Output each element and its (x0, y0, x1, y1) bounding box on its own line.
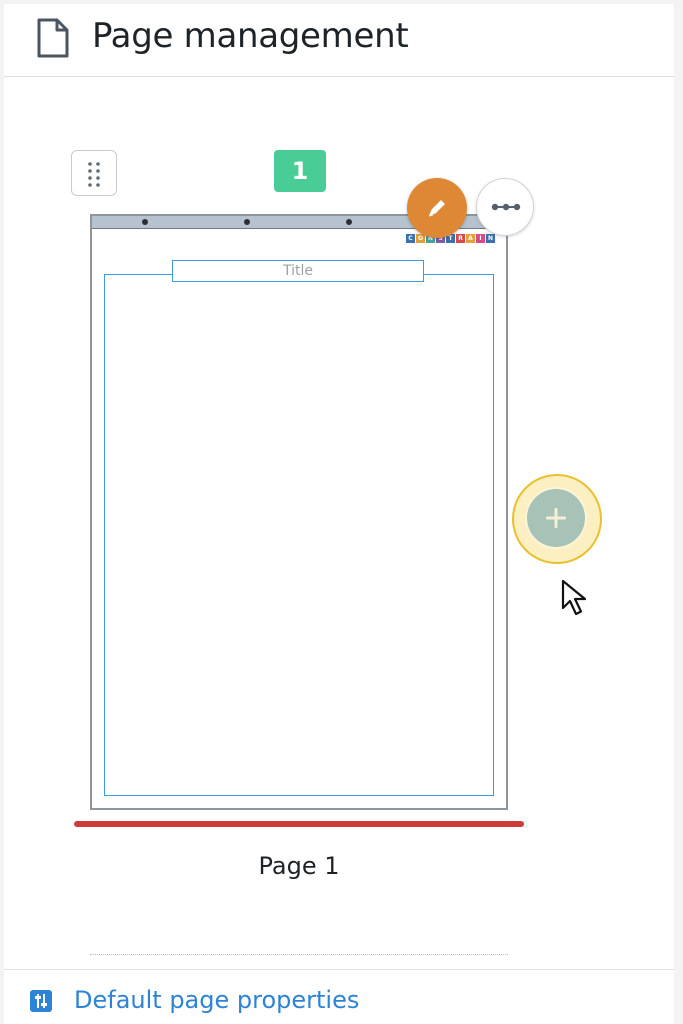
band-dot (346, 219, 352, 225)
panel-header: Page management (4, 4, 674, 77)
default-page-properties-link[interactable]: Default page properties (74, 986, 359, 1014)
pencil-icon (429, 200, 445, 217)
plus-icon (546, 508, 566, 528)
drag-handle[interactable] (71, 150, 117, 196)
divider (90, 954, 508, 955)
add-page-button[interactable] (527, 489, 585, 547)
drag-dots-icon (88, 162, 100, 187)
panel-title: Page management (92, 16, 409, 56)
divider (4, 969, 674, 970)
logo-letter: R (456, 234, 465, 243)
sliders-icon-glyph (35, 994, 47, 1008)
logo-letter: C (406, 234, 415, 243)
page-label: Page 1 (258, 852, 340, 880)
selected-page-indicator (74, 821, 524, 827)
more-horizontal-icon (491, 203, 521, 211)
band-dot (142, 219, 148, 225)
band-dot (244, 219, 250, 225)
logo-letter: A (466, 234, 475, 243)
edit-page-button[interactable] (407, 178, 467, 238)
more-options-button[interactable] (476, 178, 534, 236)
title-placeholder[interactable]: Title (172, 260, 424, 282)
sliders-icon[interactable] (30, 990, 52, 1012)
page-icon (37, 18, 69, 58)
content-area[interactable] (104, 274, 494, 796)
logo-letter: O (416, 234, 425, 243)
page-number-badge: 1 (274, 150, 326, 192)
mouse-cursor-icon (561, 579, 587, 616)
page-thumbnail[interactable]: C O N S T R A I N Title (90, 214, 508, 810)
logo: C O N S T R A I N (406, 234, 495, 252)
logo-letter: N (486, 234, 495, 243)
page-management-panel: Page management 1 C O N S T R A I N Titl… (4, 4, 674, 1024)
logo-letter: I (476, 234, 485, 243)
